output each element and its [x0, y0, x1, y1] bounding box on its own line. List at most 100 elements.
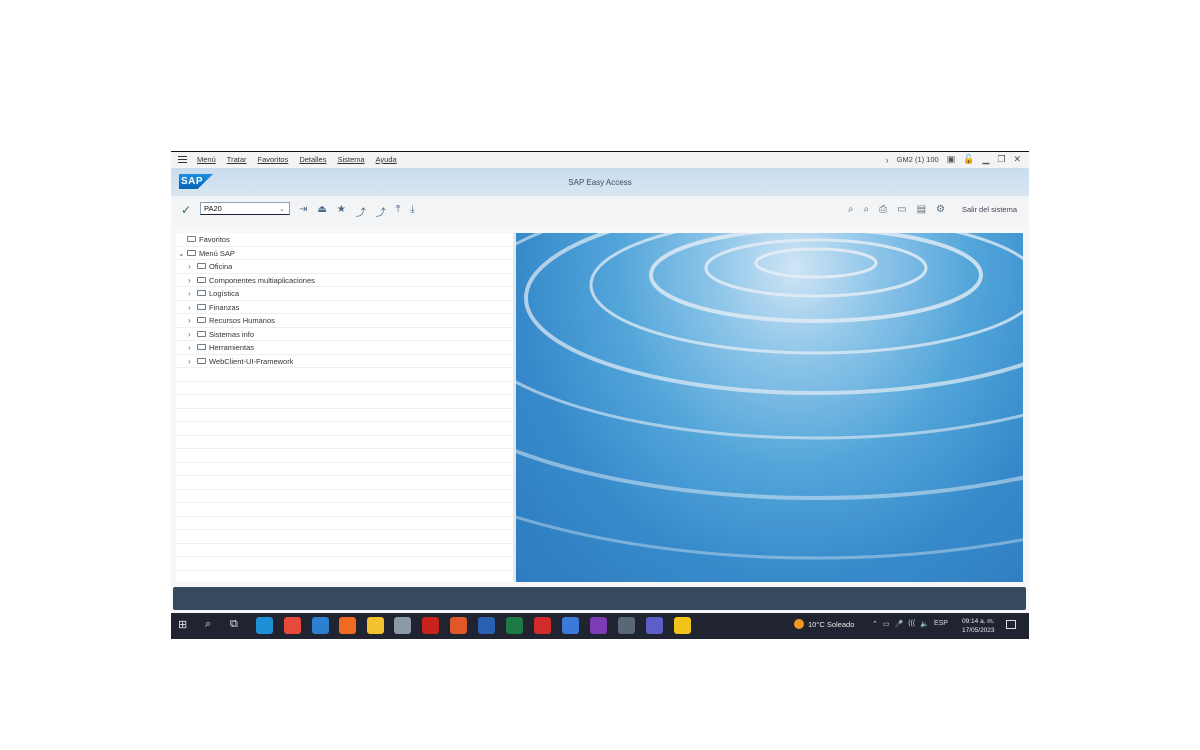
outlook-icon[interactable]	[562, 617, 579, 634]
enter-check-icon[interactable]: ✓	[181, 203, 191, 217]
tree-item[interactable]: › Finanzas	[176, 301, 513, 314]
notifications-icon[interactable]	[1006, 620, 1016, 629]
search-next-icon[interactable]: ⌕	[864, 204, 870, 215]
move-up-icon[interactable]: ⤒	[396, 204, 400, 219]
sap-menu-icon[interactable]: ⏏	[317, 204, 326, 219]
weather-widget[interactable]: 10°C Soleado	[794, 619, 854, 629]
edit-favorite-icon[interactable]: ⤴	[376, 204, 386, 219]
tree-item[interactable]: › Logística	[176, 287, 513, 301]
user-menu-icon[interactable]: ⇥	[299, 204, 307, 219]
menu-menu[interactable]: Menú	[197, 155, 216, 164]
system-dropdown-icon[interactable]: ▣	[947, 154, 956, 165]
empty-tree-row	[176, 530, 513, 544]
close-icon[interactable]: ✕	[1013, 154, 1021, 165]
excel-icon[interactable]	[506, 617, 523, 634]
microphone-icon[interactable]: 🎤	[895, 620, 904, 628]
tree-item-label: Logística	[209, 289, 240, 298]
search-icon[interactable]: ⌕	[848, 204, 854, 215]
internet-explorer-icon[interactable]	[312, 617, 329, 634]
tree-item-label: Herramientas	[209, 343, 255, 352]
hamburger-menu-icon[interactable]	[178, 156, 187, 163]
tree-item-root[interactable]: ⌄ Menú SAP	[176, 247, 513, 260]
chevron-up-icon[interactable]: ⌃	[872, 620, 878, 628]
app-icon[interactable]	[534, 617, 551, 634]
folder-icon	[197, 263, 206, 269]
folder-icon	[197, 317, 206, 323]
move-down-icon[interactable]: ⤓	[410, 204, 414, 219]
word-icon[interactable]	[478, 617, 495, 634]
task-view-icon[interactable]: ⧉	[230, 618, 238, 631]
onenote-icon[interactable]	[590, 617, 607, 634]
chevron-down-icon[interactable]: ⌄	[279, 205, 285, 213]
chrome-icon[interactable]	[284, 617, 301, 634]
chevron-right-icon[interactable]: ›	[188, 314, 191, 327]
powerpoint-icon[interactable]	[450, 617, 467, 634]
search-icon[interactable]: ⌕	[205, 618, 211, 631]
chevron-down-icon[interactable]: ⌄	[178, 247, 185, 260]
layout-icon[interactable]: ▭	[897, 204, 906, 215]
tree-item-label: Favoritos	[199, 235, 230, 244]
tree-item-label: Recursos Humanos	[209, 316, 275, 325]
language-indicator[interactable]: ESP	[934, 620, 948, 628]
chevron-right-icon[interactable]: ›	[188, 328, 191, 341]
restore-icon[interactable]: ❐	[997, 154, 1005, 165]
chevron-right-icon[interactable]: ›	[188, 341, 191, 354]
tree-item[interactable]: › Oficina	[176, 260, 513, 274]
chevron-right-icon[interactable]: ›	[188, 301, 191, 314]
tree-item-favoritos[interactable]: Favoritos	[176, 233, 513, 247]
status-bar	[173, 587, 1026, 610]
system-info: GM2 (1) 100	[896, 155, 939, 164]
command-field[interactable]: PA20	[200, 202, 290, 215]
volume-icon[interactable]: 🔈	[920, 620, 929, 628]
tree-item[interactable]: › Sistemas info	[176, 328, 513, 341]
title-bar: SAP SAP Easy Access	[171, 168, 1029, 196]
add-favorite-icon[interactable]: ⤴	[356, 204, 366, 219]
lock-icon[interactable]: 🔓	[963, 154, 974, 165]
tree-item[interactable]: › Recursos Humanos	[176, 314, 513, 328]
system-area: › GM2 (1) 100 ▣ 🔓 ▁ ❐ ✕	[886, 154, 1021, 165]
sun-icon	[794, 619, 804, 629]
file-explorer-icon[interactable]	[367, 617, 384, 634]
folder-icon	[197, 344, 206, 350]
settings-icon[interactable]: ⚙	[936, 204, 945, 215]
battery-icon[interactable]: ▭	[883, 620, 890, 628]
sticky-notes-icon[interactable]	[674, 617, 691, 634]
empty-tree-row	[176, 449, 513, 463]
minimize-icon[interactable]: ▁	[982, 154, 989, 165]
paint-icon[interactable]	[618, 617, 635, 634]
teams-icon[interactable]	[646, 617, 663, 634]
tree-item-label: Menú SAP	[199, 248, 235, 258]
menu-favoritos[interactable]: Favoritos	[258, 155, 289, 164]
empty-tree-row	[176, 409, 513, 422]
clock-time: 09:14 a. m.	[962, 618, 995, 625]
firefox-icon[interactable]	[339, 617, 356, 634]
empty-rows	[176, 368, 513, 571]
system-tray: ⌃ ▭ 🎤 ((( 🔈 ESP	[872, 620, 948, 628]
screenshot-icon[interactable]: ▤	[917, 204, 926, 215]
favorites-star-icon[interactable]: ★	[337, 204, 346, 219]
menu-ayuda[interactable]: Ayuda	[376, 155, 397, 164]
menu-tratar[interactable]: Tratar	[227, 155, 247, 164]
acrobat-icon[interactable]	[422, 617, 439, 634]
print-icon[interactable]: ⎙	[879, 204, 887, 215]
chevron-right-icon[interactable]: ›	[188, 355, 191, 368]
clock-date: 17/05/2023	[962, 627, 995, 634]
windows-taskbar: ⊞ ⌕ ⧉ 10°C Soleado ⌃ ▭ 🎤 ((( 🔈 ESP 09:14…	[171, 613, 1029, 639]
sap-logon-icon[interactable]	[394, 617, 411, 634]
edge-icon[interactable]	[256, 617, 273, 634]
chevron-right-icon[interactable]: ›	[188, 287, 191, 300]
menu-detalles[interactable]: Detalles	[299, 155, 326, 164]
chevron-right-icon[interactable]: ›	[886, 155, 889, 165]
menu-bar: Menú Tratar Favoritos Detalles Sistema A…	[171, 151, 1029, 168]
tree-item[interactable]: › WebClient-UI-Framework	[176, 355, 513, 368]
logout-button[interactable]: Salir del sistema	[962, 205, 1017, 214]
tree-item[interactable]: › Herramientas	[176, 341, 513, 355]
wifi-icon[interactable]: (((	[908, 620, 915, 628]
empty-tree-row	[176, 436, 513, 449]
clock[interactable]: 09:14 a. m. 17/05/2023	[962, 617, 995, 635]
menu-sistema[interactable]: Sistema	[337, 155, 364, 164]
tree-item[interactable]: › Componentes multiaplicaciones	[176, 274, 513, 287]
chevron-right-icon[interactable]: ›	[188, 260, 191, 273]
chevron-right-icon[interactable]: ›	[188, 274, 191, 287]
windows-start-icon[interactable]: ⊞	[178, 618, 187, 631]
